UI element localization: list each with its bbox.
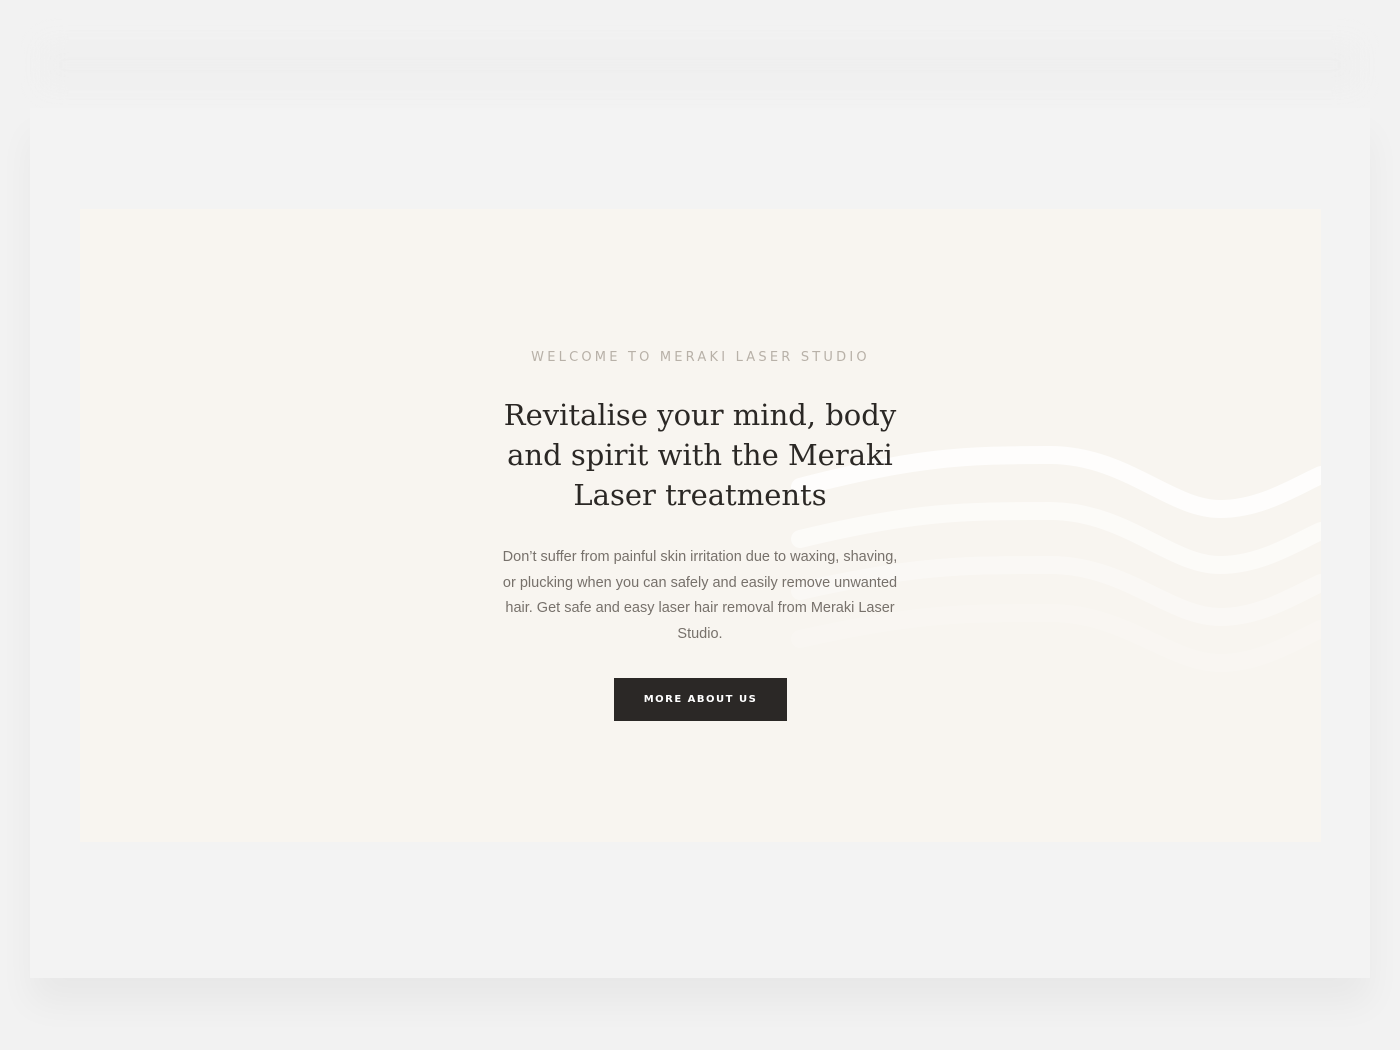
hero-headline: Revitalise your mind, body and spirit wi…: [503, 398, 897, 512]
page-canvas: WELCOME TO MERAKI LASER STUDIO Revitalis…: [0, 0, 1400, 1050]
hero-section: WELCOME TO MERAKI LASER STUDIO Revitalis…: [80, 209, 1321, 842]
hero-description: Don’t suffer from painful skin irritatio…: [502, 549, 898, 642]
more-about-us-button[interactable]: MORE ABOUT US: [614, 678, 787, 721]
hero-content: WELCOME TO MERAKI LASER STUDIO Revitalis…: [80, 209, 1321, 842]
hero-eyebrow: WELCOME TO MERAKI LASER STUDIO: [531, 350, 870, 365]
top-shadow-haze: [40, 40, 1360, 90]
